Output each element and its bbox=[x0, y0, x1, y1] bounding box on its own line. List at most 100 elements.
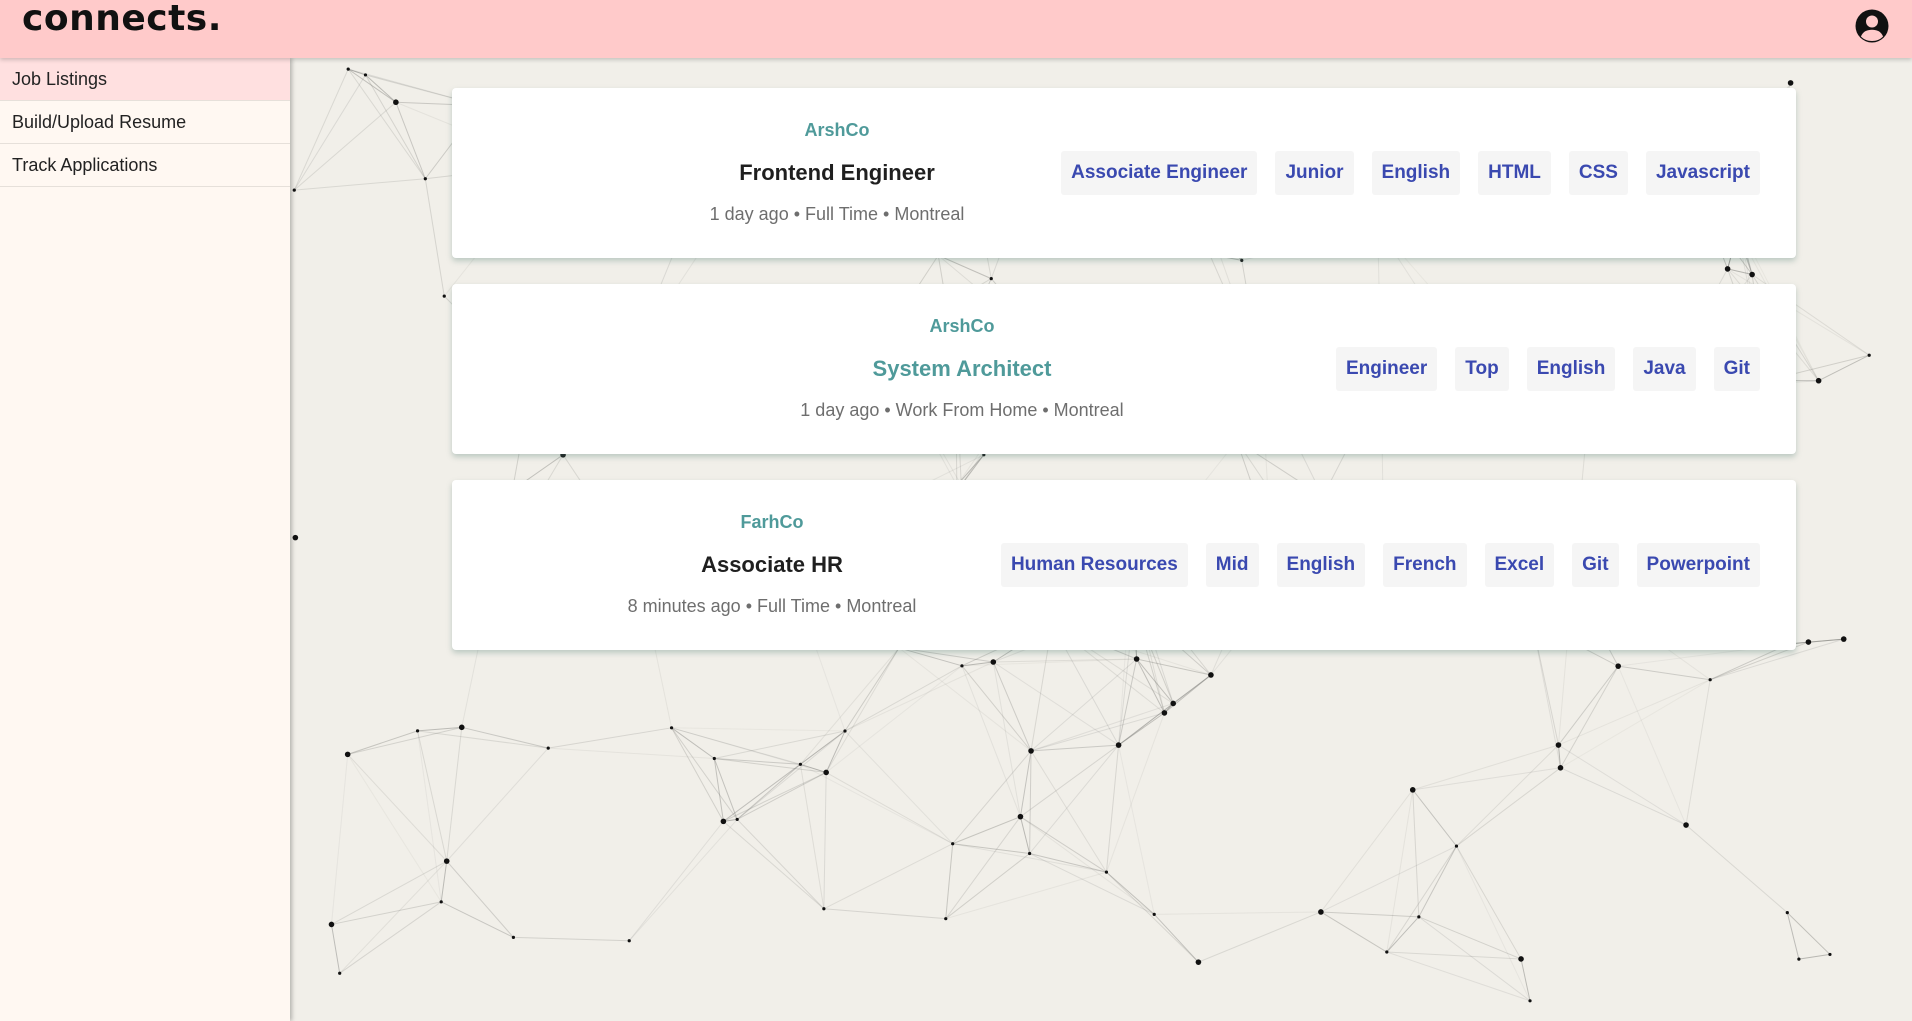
network-node bbox=[344, 751, 351, 758]
network-link bbox=[347, 726, 462, 755]
network-link bbox=[1198, 911, 1322, 963]
network-node bbox=[423, 177, 427, 181]
tag[interactable]: Git bbox=[1572, 543, 1619, 587]
network-link bbox=[1456, 845, 1522, 960]
company-name[interactable]: ArshCo bbox=[752, 316, 1172, 337]
network-link bbox=[945, 871, 1107, 920]
network-link bbox=[330, 924, 341, 974]
network-link bbox=[823, 908, 946, 920]
network-node bbox=[1708, 678, 1712, 682]
network-link bbox=[395, 102, 426, 179]
tag[interactable]: English bbox=[1276, 543, 1366, 587]
network-link bbox=[1418, 916, 1522, 960]
tag[interactable]: Git bbox=[1713, 347, 1760, 391]
sidebar-item-build-upload-resume[interactable]: Build/Upload Resume bbox=[0, 101, 290, 144]
network-link bbox=[293, 74, 366, 191]
tag[interactable]: Javascript bbox=[1645, 151, 1760, 195]
account-circle-icon[interactable] bbox=[1854, 8, 1890, 44]
network-link bbox=[1136, 658, 1165, 714]
network-node bbox=[458, 724, 465, 731]
network-node bbox=[1417, 915, 1421, 919]
network-node bbox=[363, 73, 368, 77]
job-title[interactable]: Associate HR bbox=[562, 552, 982, 578]
company-name[interactable]: FarhCo bbox=[562, 512, 982, 533]
network-link bbox=[1412, 767, 1561, 791]
network-node bbox=[1867, 353, 1871, 357]
job-card[interactable]: ArshCo Frontend Engineer 1 day ago • Ful… bbox=[452, 88, 1796, 258]
tag[interactable]: English bbox=[1526, 347, 1616, 391]
network-link bbox=[446, 727, 463, 862]
network-link bbox=[823, 843, 953, 910]
network-link bbox=[736, 730, 846, 820]
company-name[interactable]: ArshCo bbox=[627, 120, 1047, 141]
network-node bbox=[1557, 764, 1564, 771]
job-card[interactable]: ArshCo System Architect 1 day ago • Work… bbox=[452, 284, 1796, 454]
network-link bbox=[799, 764, 825, 909]
network-node bbox=[338, 971, 342, 975]
network-node bbox=[1805, 639, 1812, 645]
network-link bbox=[992, 661, 1032, 752]
network-link bbox=[1786, 912, 1831, 955]
network-link bbox=[1020, 744, 1119, 818]
network-node bbox=[1017, 813, 1024, 820]
network-link bbox=[952, 843, 1030, 854]
network-link bbox=[825, 771, 953, 845]
brand-logo[interactable]: connects. bbox=[22, 0, 222, 39]
network-node bbox=[1555, 742, 1562, 748]
tag[interactable]: Associate Engineer bbox=[1061, 151, 1258, 195]
top-bar: connects. bbox=[0, 0, 1912, 58]
network-link bbox=[1560, 665, 1619, 769]
tag[interactable]: HTML bbox=[1478, 151, 1551, 195]
network-node bbox=[1028, 748, 1034, 754]
network-link bbox=[671, 727, 845, 732]
network-link bbox=[293, 101, 397, 191]
tag[interactable]: Mid bbox=[1205, 543, 1259, 587]
sidebar-item-job-listings[interactable]: Job Listings bbox=[0, 58, 290, 101]
job-card[interactable]: FarhCo Associate HR 8 minutes ago • Full… bbox=[452, 480, 1796, 650]
network-link bbox=[1320, 911, 1388, 953]
network-node bbox=[990, 659, 997, 665]
job-info: FarhCo Associate HR 8 minutes ago • Full… bbox=[562, 480, 982, 650]
network-link bbox=[1617, 665, 1687, 826]
tag[interactable]: Top bbox=[1455, 347, 1509, 391]
job-title[interactable]: System Architect bbox=[752, 356, 1172, 382]
job-meta: 1 day ago • Full Time • Montreal bbox=[709, 204, 965, 224]
network-node bbox=[843, 729, 847, 733]
network-link bbox=[945, 853, 1030, 920]
job-title[interactable]: Frontend Engineer bbox=[627, 160, 1047, 186]
network-node bbox=[546, 746, 550, 750]
network-link bbox=[1030, 702, 1174, 752]
network-node bbox=[1724, 266, 1731, 272]
tag[interactable]: Excel bbox=[1484, 543, 1555, 587]
network-link bbox=[1818, 354, 1870, 382]
network-link bbox=[330, 754, 349, 925]
network-node bbox=[292, 188, 296, 192]
job-meta: 8 minutes ago • Full Time • Montreal bbox=[627, 596, 917, 616]
sidebar-item-track-applications[interactable]: Track Applications bbox=[0, 144, 290, 187]
network-link bbox=[823, 772, 827, 909]
network-link bbox=[993, 661, 1119, 746]
network-node bbox=[1454, 844, 1459, 848]
network-link bbox=[1418, 845, 1457, 918]
tag[interactable]: Human Resources bbox=[1000, 543, 1188, 587]
network-link bbox=[1685, 679, 1711, 826]
tag[interactable]: Java bbox=[1633, 347, 1696, 391]
network-node bbox=[1318, 909, 1324, 915]
network-node bbox=[823, 769, 829, 776]
network-node bbox=[712, 756, 716, 761]
network-link bbox=[671, 727, 724, 822]
network-node bbox=[1615, 663, 1621, 669]
tag[interactable]: Powerpoint bbox=[1636, 543, 1760, 587]
network-node bbox=[1683, 822, 1689, 828]
sidebar-item-label: Track Applications bbox=[12, 155, 158, 175]
network-link bbox=[1320, 789, 1414, 913]
tag[interactable]: French bbox=[1383, 543, 1467, 587]
network-link bbox=[1106, 871, 1199, 963]
network-node bbox=[669, 726, 674, 730]
tag[interactable]: CSS bbox=[1568, 151, 1628, 195]
tag[interactable]: English bbox=[1371, 151, 1461, 195]
network-node bbox=[822, 907, 826, 911]
network-node bbox=[511, 935, 516, 939]
tag[interactable]: Junior bbox=[1275, 151, 1354, 195]
tag[interactable]: Engineer bbox=[1335, 347, 1438, 391]
